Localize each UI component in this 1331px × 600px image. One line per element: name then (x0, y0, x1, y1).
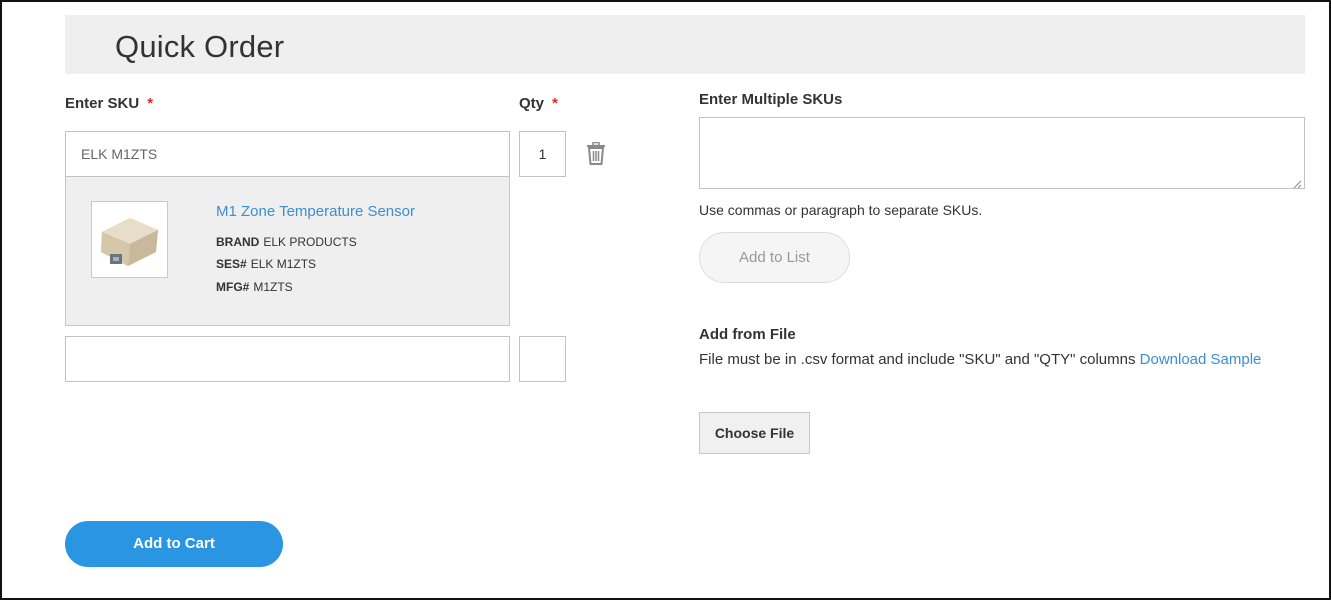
file-description-text: File must be in .csv format and include … (699, 351, 1136, 368)
page-title: Quick Order (115, 29, 285, 64)
ses-label: SES# (216, 257, 247, 271)
brand-value: ELK PRODUCTS (263, 235, 357, 249)
multiple-skus-textarea[interactable] (699, 117, 1305, 189)
product-thumbnail (91, 201, 168, 278)
ses-value: ELK M1ZTS (250, 257, 317, 271)
mfg-value: M1ZTS (253, 280, 293, 294)
sku-label: Enter SKU * (65, 95, 153, 112)
qty-label-text: Qty (519, 95, 545, 112)
resize-grip-icon[interactable] (1292, 176, 1302, 189)
product-mfg: MFG# M1ZTS (216, 280, 293, 294)
required-mark: * (552, 95, 558, 112)
qty-label: Qty * (519, 95, 558, 112)
trash-icon[interactable] (586, 141, 606, 166)
product-brand: BRAND ELK PRODUCTS (216, 235, 357, 249)
sku-suggestion-dropdown[interactable]: M1 Zone Temperature Sensor BRAND ELK PROD… (65, 177, 510, 326)
download-sample-link[interactable]: Download Sample (1140, 351, 1262, 368)
add-to-list-button[interactable]: Add to List (699, 232, 850, 283)
qty-input[interactable] (519, 131, 566, 177)
brand-label: BRAND (216, 235, 260, 249)
multiple-skus-label: Enter Multiple SKUs (699, 91, 843, 108)
sku-input[interactable] (65, 131, 510, 177)
file-description: File must be in .csv format and include … (699, 348, 1289, 371)
product-ses: SES# ELK M1ZTS (216, 257, 316, 271)
page-header: Quick Order (65, 15, 1305, 74)
required-mark: * (147, 95, 154, 112)
sku-input[interactable] (65, 336, 510, 382)
choose-file-button[interactable]: Choose File (699, 412, 810, 454)
sku-label-text: Enter SKU (65, 95, 140, 112)
quick-order-page: Quick Order Enter SKU * Qty * ELK M1ZTS … (0, 0, 1331, 600)
add-to-cart-button[interactable]: Add to Cart (65, 521, 283, 567)
product-name-link[interactable]: M1 Zone Temperature Sensor (216, 203, 415, 220)
qty-input[interactable] (519, 336, 566, 382)
multiple-skus-hint: Use commas or paragraph to separate SKUs… (699, 202, 983, 218)
mfg-label: MFG# (216, 280, 250, 294)
add-from-file-label: Add from File (699, 326, 796, 343)
